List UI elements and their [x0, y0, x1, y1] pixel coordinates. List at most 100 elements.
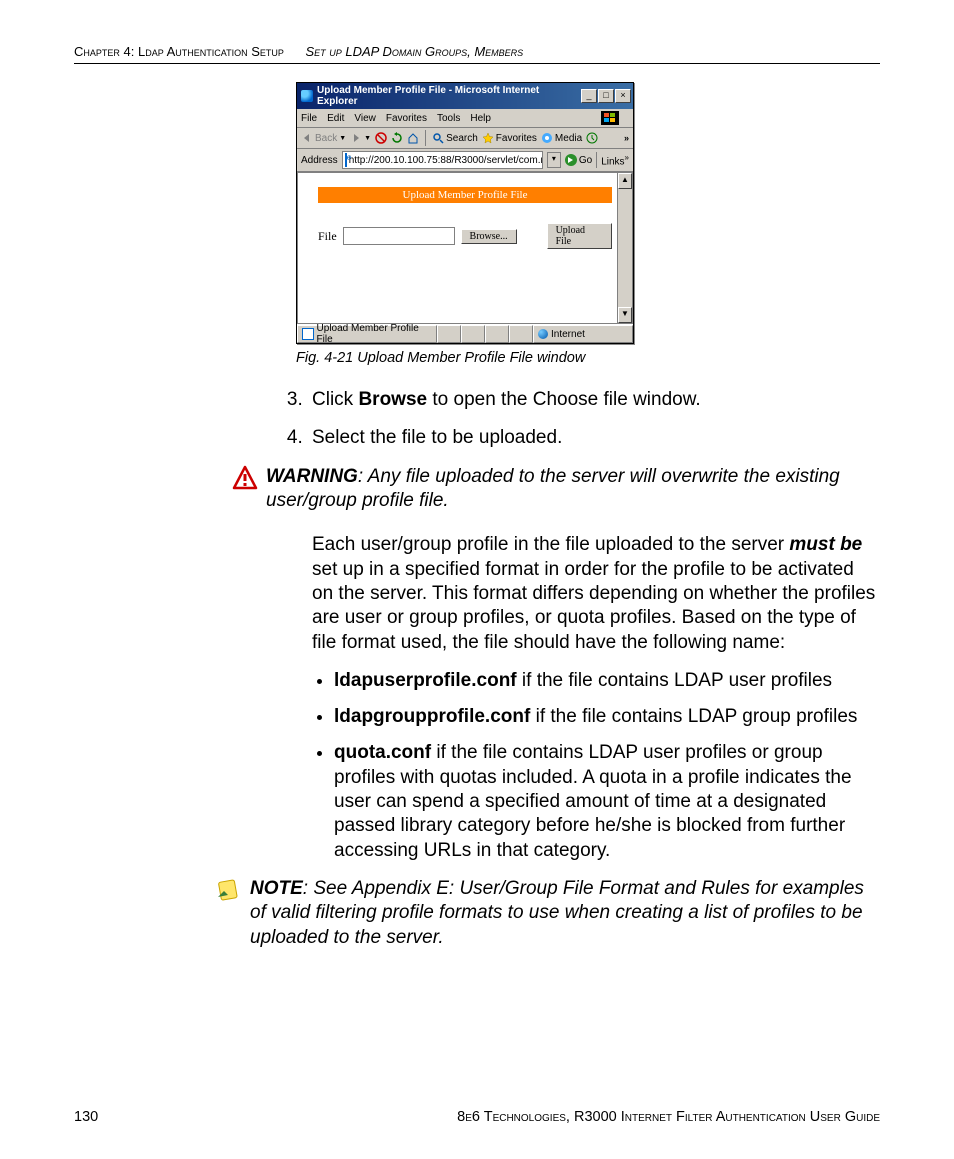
para1-bold: must be: [789, 534, 862, 555]
file-row: File Browse... Upload File: [318, 223, 612, 249]
upload-banner: Upload Member Profile File: [318, 187, 612, 203]
links-label[interactable]: Links»: [601, 153, 629, 167]
page: Chapter 4: Ldap Authentication Setup Set…: [0, 0, 954, 1159]
refresh-button[interactable]: [391, 132, 403, 144]
go-icon: [565, 154, 577, 166]
header-section: Set up LDAP Domain Groups, Members: [306, 44, 524, 59]
toolbar-separator: [425, 130, 426, 146]
file-input[interactable]: [343, 227, 455, 245]
media-label: Media: [555, 133, 582, 144]
steps-list: Click Browse to open the Choose file win…: [282, 388, 880, 451]
window-title: Upload Member Profile File - Microsoft I…: [317, 85, 580, 107]
windows-logo-icon: [601, 111, 619, 125]
status-zone-text: Internet: [551, 329, 585, 340]
warning-label: WARNING: [266, 466, 358, 487]
warning-icon: [232, 465, 258, 491]
ie-icon: [301, 90, 313, 102]
titlebar: Upload Member Profile File - Microsoft I…: [297, 83, 633, 109]
close-button[interactable]: ×: [615, 89, 631, 103]
go-label: Go: [579, 155, 592, 166]
b1-bold: ldapuserprofile.conf: [334, 670, 517, 691]
bullet-2: ldapgroupprofile.conf if the file contai…: [334, 705, 880, 729]
figure-caption: Fig. 4-21 Upload Member Profile File win…: [296, 350, 880, 366]
favorites-button[interactable]: Favorites: [482, 132, 537, 144]
vertical-scrollbar[interactable]: ▲ ▼: [617, 173, 632, 323]
body-column: Click Browse to open the Choose file win…: [282, 388, 880, 451]
address-bar: Address http://200.10.100.75:88/R3000/se…: [297, 149, 633, 172]
b2-bold: ldapgroupprofile.conf: [334, 706, 530, 727]
step-3: Click Browse to open the Choose file win…: [308, 388, 880, 412]
page-icon: [345, 153, 347, 167]
toolbar-overflow[interactable]: »: [624, 133, 629, 143]
figure-ie-window: Upload Member Profile File - Microsoft I…: [296, 82, 634, 344]
b2-rest: if the file contains LDAP group profiles: [530, 706, 857, 727]
scroll-up-button[interactable]: ▲: [618, 173, 632, 189]
stop-button[interactable]: [375, 132, 387, 144]
step3-post: to open the Choose file window.: [427, 389, 701, 410]
step3-pre: Click: [312, 389, 358, 410]
history-button[interactable]: [586, 132, 598, 144]
b1-rest: if the file contains LDAP user profiles: [517, 670, 832, 691]
favorites-label: Favorites: [496, 133, 537, 144]
minimize-button[interactable]: _: [581, 89, 597, 103]
search-label: Search: [446, 133, 478, 144]
menu-tools[interactable]: Tools: [437, 113, 460, 124]
status-left-text: Upload Member Profile File: [317, 323, 432, 345]
address-input[interactable]: http://200.10.100.75:88/R3000/servlet/co…: [342, 151, 543, 169]
menu-file[interactable]: File: [301, 113, 317, 124]
upload-file-button[interactable]: Upload File: [547, 223, 612, 249]
status-zone: Internet: [533, 325, 633, 343]
file-label: File: [318, 229, 337, 244]
status-pane-1: [437, 325, 461, 343]
menu-help[interactable]: Help: [470, 113, 491, 124]
para1-pre: Each user/group profile in the file uplo…: [312, 534, 789, 555]
step-4: Select the file to be uploaded.: [308, 426, 880, 450]
page-header: Chapter 4: Ldap Authentication Setup Set…: [74, 44, 880, 64]
search-button[interactable]: Search: [432, 132, 478, 144]
menu-favorites[interactable]: Favorites: [386, 113, 427, 124]
menu-edit[interactable]: Edit: [327, 113, 344, 124]
statusbar: Upload Member Profile File Internet: [297, 324, 633, 343]
maximize-button[interactable]: □: [598, 89, 614, 103]
note-block: NOTE: See Appendix E: User/Group File Fo…: [214, 877, 880, 950]
b3-bold: quota.conf: [334, 742, 431, 763]
para1-post: set up in a specified format in order fo…: [312, 559, 875, 653]
menubar: File Edit View Favorites Tools Help: [297, 109, 633, 128]
scroll-down-button[interactable]: ▼: [618, 307, 632, 323]
globe-icon: [538, 329, 548, 339]
toolbar: Back ▼ ▼ Search Favorit: [297, 128, 633, 149]
note-icon: [214, 877, 242, 905]
menu-view[interactable]: View: [354, 113, 376, 124]
page-number: 130: [74, 1109, 98, 1125]
page-footer: 130 8e6 Technologies, R3000 Internet Fil…: [74, 1109, 880, 1125]
browser-viewport: Upload Member Profile File File Browse..…: [297, 172, 633, 324]
step3-bold: Browse: [358, 389, 427, 410]
address-label: Address: [301, 155, 338, 166]
back-label: Back: [315, 133, 337, 144]
address-value: http://200.10.100.75:88/R3000/servlet/co…: [349, 155, 543, 166]
browse-button[interactable]: Browse...: [461, 229, 517, 244]
address-dropdown[interactable]: ▾: [547, 152, 561, 168]
home-button[interactable]: [407, 132, 419, 144]
links-separator: [596, 152, 597, 168]
body-column-2: Each user/group profile in the file uplo…: [282, 533, 880, 863]
bullet-1: ldapuserprofile.conf if the file contain…: [334, 669, 880, 693]
status-pane-2: [461, 325, 485, 343]
bullets-list: ldapuserprofile.conf if the file contain…: [312, 669, 880, 863]
back-button[interactable]: Back ▼: [301, 132, 346, 144]
footer-right: 8e6 Technologies, R3000 Internet Filter …: [457, 1109, 880, 1125]
header-chapter: Chapter 4: Ldap Authentication Setup: [74, 44, 284, 59]
note-text: NOTE: See Appendix E: User/Group File Fo…: [250, 877, 880, 950]
status-pane-3: [485, 325, 509, 343]
status-left: Upload Member Profile File: [297, 325, 437, 343]
note-body: : See Appendix E: User/Group File Format…: [250, 878, 864, 948]
go-button[interactable]: Go: [565, 154, 592, 166]
media-button[interactable]: Media: [541, 132, 582, 144]
forward-button[interactable]: ▼: [350, 132, 371, 144]
warning-text: WARNING: Any file uploaded to the server…: [266, 465, 880, 514]
warning-block: WARNING: Any file uploaded to the server…: [232, 465, 880, 514]
page-icon: [302, 328, 314, 340]
main-paragraph: Each user/group profile in the file uplo…: [312, 533, 880, 655]
note-label: NOTE: [250, 878, 303, 899]
bullet-3: quota.conf if the file contains LDAP use…: [334, 741, 880, 863]
